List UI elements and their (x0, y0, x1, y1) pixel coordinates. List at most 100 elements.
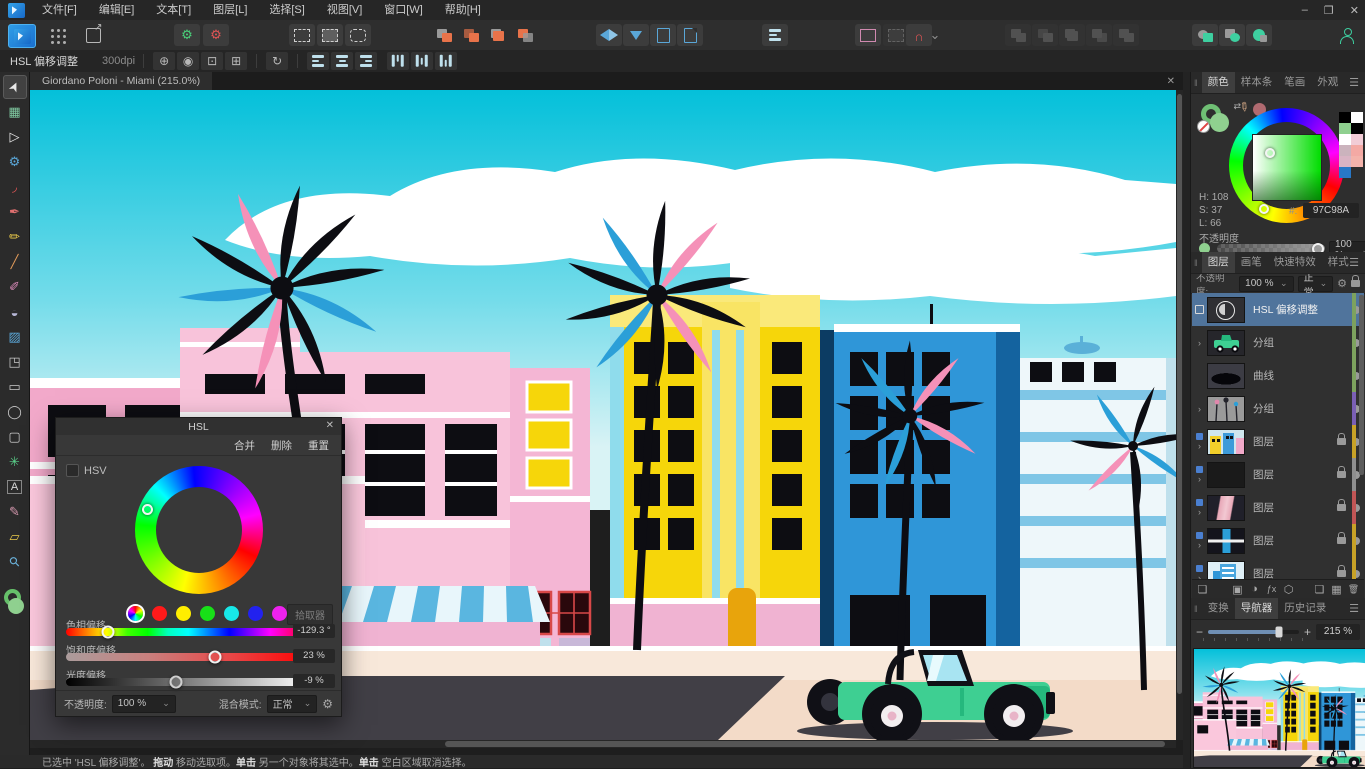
flip-horizontal-button[interactable] (596, 24, 622, 46)
square-handle[interactable] (1265, 148, 1275, 158)
hsv-checkbox[interactable] (66, 464, 79, 477)
tab-navigator[interactable]: 导航器 (1235, 598, 1279, 619)
document-close-icon[interactable]: ✕ (1167, 76, 1175, 87)
stack-icon[interactable]: ❏ (1194, 583, 1211, 596)
layer-thumbnail[interactable] (1207, 330, 1245, 356)
marquee-mode-2-button[interactable] (317, 24, 343, 46)
hsl-dialog-titlebar[interactable]: HSL ✕ (56, 418, 341, 435)
expand-chevron[interactable]: › (1198, 540, 1201, 550)
layer-name[interactable]: 分组 (1253, 401, 1352, 416)
color-wells[interactable]: ⇄ (1201, 104, 1235, 138)
show-selection-button[interactable]: ◉ (177, 52, 199, 70)
menu-layer[interactable]: 图层[L] (202, 0, 258, 20)
dialog-gear-icon[interactable]: ⚙ (322, 697, 333, 711)
menu-text[interactable]: 文本[T] (145, 0, 202, 20)
move-tool[interactable]: ➤ (3, 75, 27, 99)
saturation-shift-slider[interactable] (66, 653, 311, 661)
layer-thumbnail[interactable] (1207, 429, 1245, 455)
flip-vertical-button[interactable] (623, 24, 649, 46)
panel-menu-icon[interactable]: ☰ (1349, 602, 1359, 615)
knife-tool[interactable]: ╱ (3, 250, 27, 274)
rotate-selection-button[interactable]: ↻ (266, 52, 288, 70)
layer-row-buildings[interactable]: › 图层 (1192, 425, 1364, 459)
hsv-checkbox-row[interactable]: HSV (66, 464, 107, 477)
layers-scrollbar[interactable] (1359, 295, 1364, 475)
expand-chevron[interactable]: › (1192, 338, 1207, 348)
panel-drag-handle[interactable]: ‖ (1194, 78, 1198, 88)
tab-history[interactable]: 历史记录 (1278, 598, 1332, 619)
node-tool[interactable]: ▷ (3, 125, 27, 149)
expand-chevron[interactable]: › (1198, 441, 1201, 451)
align-top-button[interactable] (387, 52, 409, 70)
lock-icon[interactable] (1337, 471, 1346, 478)
rotate-cw-button[interactable] (677, 24, 703, 46)
ruler-tool[interactable]: ▱ (3, 525, 27, 549)
dialog-opacity-select[interactable]: 100 % ⌄ (112, 695, 176, 713)
fill-color-well[interactable] (1210, 113, 1229, 132)
menu-file[interactable]: 文件[F] (31, 0, 88, 20)
vector-brush-tool[interactable]: ✐ (3, 275, 27, 299)
pen-tool[interactable]: ✒ (3, 200, 27, 224)
zoom-in-button[interactable]: + (1304, 625, 1311, 639)
layer-row-hsl[interactable]: HSL 偏移调整 (1192, 293, 1364, 327)
edit-all-layers-gear-button[interactable]: ⚙ (203, 24, 229, 46)
pattern-icon[interactable]: ⬡ (1280, 583, 1297, 596)
layer-thumbnail[interactable] (1207, 462, 1245, 488)
color-picker-tool[interactable]: ✎ (3, 500, 27, 524)
menu-window[interactable]: 窗口[W] (373, 0, 434, 20)
layer-name[interactable]: 图层 (1253, 500, 1337, 515)
luminosity-shift-slider[interactable] (66, 678, 311, 686)
layer-thumbnail[interactable] (1207, 363, 1245, 389)
layer-row-group-palms[interactable]: › 分组 (1192, 392, 1364, 426)
pixel-persona-button[interactable] (44, 24, 70, 46)
menu-edit[interactable]: 编辑[E] (88, 0, 145, 20)
pixel-grid-button[interactable]: ⊞ (225, 52, 247, 70)
fx-icon[interactable]: ƒx (1263, 584, 1280, 594)
saturation-slider-handle[interactable] (209, 651, 222, 664)
menu-view[interactable]: 视图[V] (316, 0, 373, 20)
luminosity-shift-value[interactable]: -9 % (293, 674, 335, 688)
align-left-button[interactable] (307, 52, 329, 70)
menu-select[interactable]: 选择[S] (258, 0, 315, 20)
arrange-forward-button[interactable] (485, 24, 511, 46)
tab-effects[interactable]: 快速特效 (1268, 252, 1322, 273)
layers-opacity-select[interactable]: 100 % ⌄ (1239, 276, 1293, 292)
disabled-op-4-button[interactable] (1086, 24, 1112, 46)
align-center-button[interactable] (331, 52, 353, 70)
boolean-divide-button[interactable] (1246, 24, 1272, 46)
rounded-rectangle-tool[interactable]: ▢ (3, 425, 27, 449)
point-transform-tool[interactable]: ⚙ (3, 150, 27, 174)
fill-stroke-wells[interactable] (3, 589, 27, 619)
corner-tool[interactable]: ◞ (3, 175, 27, 199)
tab-transform[interactable]: 变换 (1202, 598, 1235, 619)
mask-layer-icon[interactable]: ▣ (1229, 583, 1246, 596)
arrange-backward-button[interactable] (458, 24, 484, 46)
zoom-slider-handle[interactable] (1275, 627, 1282, 638)
layers-lock-icon[interactable] (1351, 280, 1360, 287)
layer-name[interactable]: 图层 (1253, 533, 1337, 548)
hue-slider-handle[interactable] (101, 626, 114, 639)
ellipse-tool[interactable]: ◯ (3, 400, 27, 424)
h-scroll-thumb[interactable] (445, 741, 1165, 747)
panel-separator[interactable] (1183, 72, 1190, 768)
lock-icon[interactable] (1337, 537, 1346, 544)
zoom-out-button[interactable]: − (1196, 625, 1203, 639)
no-fill-icon[interactable] (1197, 120, 1210, 133)
tab-swatches[interactable]: 样本条 (1235, 72, 1279, 93)
lock-icon[interactable] (1337, 570, 1346, 577)
delete-layer-icon[interactable]: 🗑 (1345, 584, 1362, 595)
disabled-op-5-button[interactable] (1113, 24, 1139, 46)
marquee-mode-1-button[interactable] (289, 24, 315, 46)
tab-appearance[interactable]: 外观 (1311, 72, 1344, 93)
layer-name[interactable]: HSL 偏移调整 (1253, 302, 1352, 317)
boolean-add-button[interactable] (1192, 24, 1218, 46)
align-middle-button[interactable] (411, 52, 433, 70)
hue-shift-value[interactable]: -129.3 ° (293, 624, 335, 638)
transparency-tool[interactable]: ▨ (3, 325, 27, 349)
align-right-button[interactable] (355, 52, 377, 70)
picker-button[interactable]: 拾取器 (287, 604, 333, 625)
delete-button[interactable]: 删除 (271, 438, 292, 453)
reset-button[interactable]: 重置 (308, 438, 329, 453)
panel-drag-handle[interactable]: ‖ (1194, 258, 1198, 268)
swatch-yellow[interactable] (176, 606, 191, 621)
